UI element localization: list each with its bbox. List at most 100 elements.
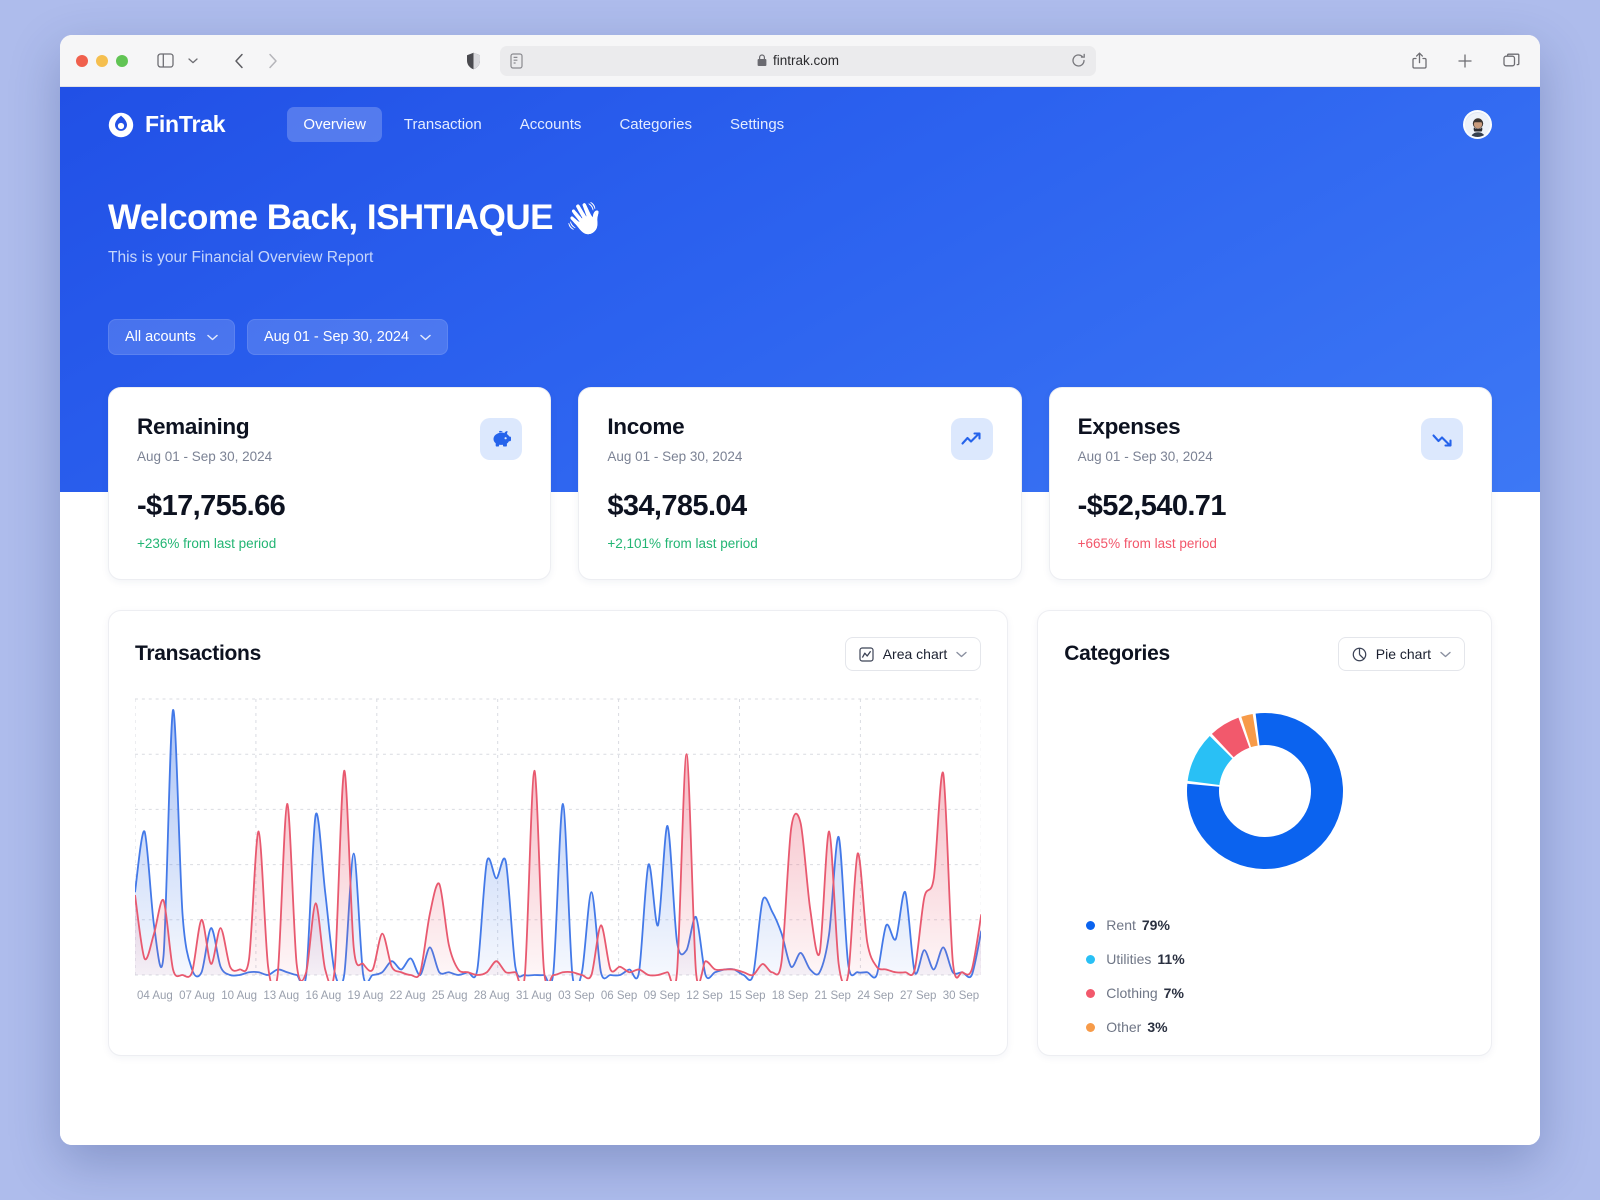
toolbar-right-actions <box>1406 48 1524 74</box>
maximize-window-button[interactable] <box>116 55 128 67</box>
legend-label: Rent <box>1106 917 1136 933</box>
window-controls[interactable] <box>76 55 128 67</box>
categories-donut-wrap: Rent 79%Utilities 11%Clothing 7%Other 3% <box>1064 691 1465 1035</box>
categories-title: Categories <box>1064 642 1170 666</box>
browser-toolbar: fintrak.com <box>60 35 1540 87</box>
transactions-chart: 04 Aug07 Aug10 Aug13 Aug16 Aug19 Aug22 A… <box>135 693 981 1002</box>
categories-panel: Categories Pie chart <box>1037 610 1492 1056</box>
address-bar[interactable]: fintrak.com <box>500 46 1096 76</box>
nav-item-overview[interactable]: Overview <box>287 107 382 142</box>
chevron-down-icon <box>1440 651 1451 658</box>
share-icon[interactable] <box>1406 48 1432 74</box>
x-axis-tick: 27 Sep <box>900 990 936 1002</box>
piggy-bank-icon <box>480 418 522 460</box>
tab-overview-icon[interactable] <box>1498 48 1524 74</box>
app-page: FinTrak Overview Transaction Accounts Ca… <box>60 87 1540 1145</box>
card-delta: +665% from last period <box>1078 536 1463 551</box>
sidebar-icon[interactable] <box>152 48 178 74</box>
close-window-button[interactable] <box>76 55 88 67</box>
url-display: fintrak.com <box>500 53 1096 68</box>
legend-value: 11% <box>1157 951 1184 967</box>
legend-color-dot <box>1086 955 1095 964</box>
card-title: Remaining <box>137 414 522 440</box>
legend-item-other: Other 3% <box>1086 1019 1465 1035</box>
app-topnav: FinTrak Overview Transaction Accounts Ca… <box>60 87 1540 162</box>
legend-color-dot <box>1086 921 1095 930</box>
nav-item-categories[interactable]: Categories <box>603 107 708 142</box>
back-button[interactable] <box>226 48 252 74</box>
card-period: Aug 01 - Sep 30, 2024 <box>137 449 522 464</box>
date-range-filter-label: Aug 01 - Sep 30, 2024 <box>264 329 409 345</box>
x-axis-tick: 03 Sep <box>558 990 594 1002</box>
nav-item-transaction[interactable]: Transaction <box>388 107 498 142</box>
x-axis-tick: 22 Aug <box>390 990 426 1002</box>
brand-name: FinTrak <box>145 111 225 138</box>
fintrak-logo-icon <box>108 112 134 138</box>
x-axis-tick: 13 Aug <box>263 990 299 1002</box>
nav-item-accounts[interactable]: Accounts <box>504 107 598 142</box>
account-filter-dropdown[interactable]: All acounts <box>108 319 235 355</box>
lock-icon <box>757 54 767 67</box>
x-axis-tick: 16 Aug <box>305 990 341 1002</box>
nav-item-settings[interactable]: Settings <box>714 107 800 142</box>
x-axis-tick: 21 Sep <box>815 990 851 1002</box>
reader-view-icon[interactable] <box>510 53 523 69</box>
forward-button[interactable] <box>260 48 286 74</box>
sidebar-options-chevron-icon[interactable] <box>180 48 206 74</box>
card-title: Expenses <box>1078 414 1463 440</box>
trending-down-icon <box>1421 418 1463 460</box>
filter-bar: All acounts Aug 01 - Sep 30, 2024 <box>60 267 1540 355</box>
legend-label: Clothing <box>1106 985 1157 1001</box>
minimize-window-button[interactable] <box>96 55 108 67</box>
summary-card-expenses: Expenses Aug 01 - Sep 30, 2024 -$52,540.… <box>1049 387 1492 580</box>
card-amount: -$52,540.71 <box>1078 490 1463 523</box>
chevron-down-icon <box>420 334 431 341</box>
reload-icon[interactable] <box>1071 53 1086 68</box>
x-axis-tick: 10 Aug <box>221 990 257 1002</box>
summary-card-income: Income Aug 01 - Sep 30, 2024 $34,785.04 … <box>578 387 1021 580</box>
chart-x-axis: 04 Aug07 Aug10 Aug13 Aug16 Aug19 Aug22 A… <box>135 990 981 1002</box>
categories-chart-type-label: Pie chart <box>1376 646 1431 662</box>
trending-up-icon <box>951 418 993 460</box>
page-subtitle: This is your Financial Overview Report <box>108 249 1492 267</box>
legend-value: 79% <box>1142 917 1170 933</box>
card-period: Aug 01 - Sep 30, 2024 <box>1078 449 1463 464</box>
pie-chart-icon <box>1352 647 1367 662</box>
x-axis-tick: 30 Sep <box>943 990 979 1002</box>
categories-donut-chart-svg <box>1165 691 1365 891</box>
legend-value: 3% <box>1147 1019 1167 1035</box>
shield-icon[interactable] <box>460 48 486 74</box>
x-axis-tick: 19 Aug <box>348 990 384 1002</box>
avatar[interactable] <box>1463 110 1492 139</box>
card-amount: $34,785.04 <box>607 490 992 523</box>
categories-chart-type-select[interactable]: Pie chart <box>1338 637 1465 671</box>
summary-cards: Remaining Aug 01 - Sep 30, 2024 -$17,755… <box>60 387 1540 580</box>
x-axis-tick: 31 Aug <box>516 990 552 1002</box>
nav-links: Overview Transaction Accounts Categories… <box>287 107 800 142</box>
url-text: fintrak.com <box>773 53 839 68</box>
legend-color-dot <box>1086 1023 1095 1032</box>
x-axis-tick: 07 Aug <box>179 990 215 1002</box>
card-title: Income <box>607 414 992 440</box>
legend-label: Other <box>1106 1019 1141 1035</box>
x-axis-tick: 28 Aug <box>474 990 510 1002</box>
x-axis-tick: 24 Sep <box>857 990 893 1002</box>
chevron-down-icon <box>956 651 967 658</box>
transactions-chart-type-select[interactable]: Area chart <box>845 637 982 671</box>
area-chart-icon <box>859 647 874 662</box>
brand[interactable]: FinTrak <box>108 111 225 138</box>
categories-legend: Rent 79%Utilities 11%Clothing 7%Other 3% <box>1064 917 1465 1035</box>
x-axis-tick: 18 Sep <box>772 990 808 1002</box>
address-bar-container: fintrak.com <box>504 46 1096 76</box>
legend-item-clothing: Clothing 7% <box>1086 985 1465 1001</box>
browser-window: fintrak.com <box>60 35 1540 1145</box>
new-tab-button[interactable] <box>1452 48 1478 74</box>
date-range-filter-dropdown[interactable]: Aug 01 - Sep 30, 2024 <box>247 319 448 355</box>
legend-item-rent: Rent 79% <box>1086 917 1465 933</box>
categories-panel-header: Categories Pie chart <box>1064 637 1465 671</box>
legend-value: 7% <box>1164 985 1184 1001</box>
account-filter-label: All acounts <box>125 329 196 345</box>
chart-series-layer <box>135 710 981 981</box>
donut-slice-rent[interactable] <box>1187 713 1343 869</box>
x-axis-tick: 09 Sep <box>644 990 680 1002</box>
